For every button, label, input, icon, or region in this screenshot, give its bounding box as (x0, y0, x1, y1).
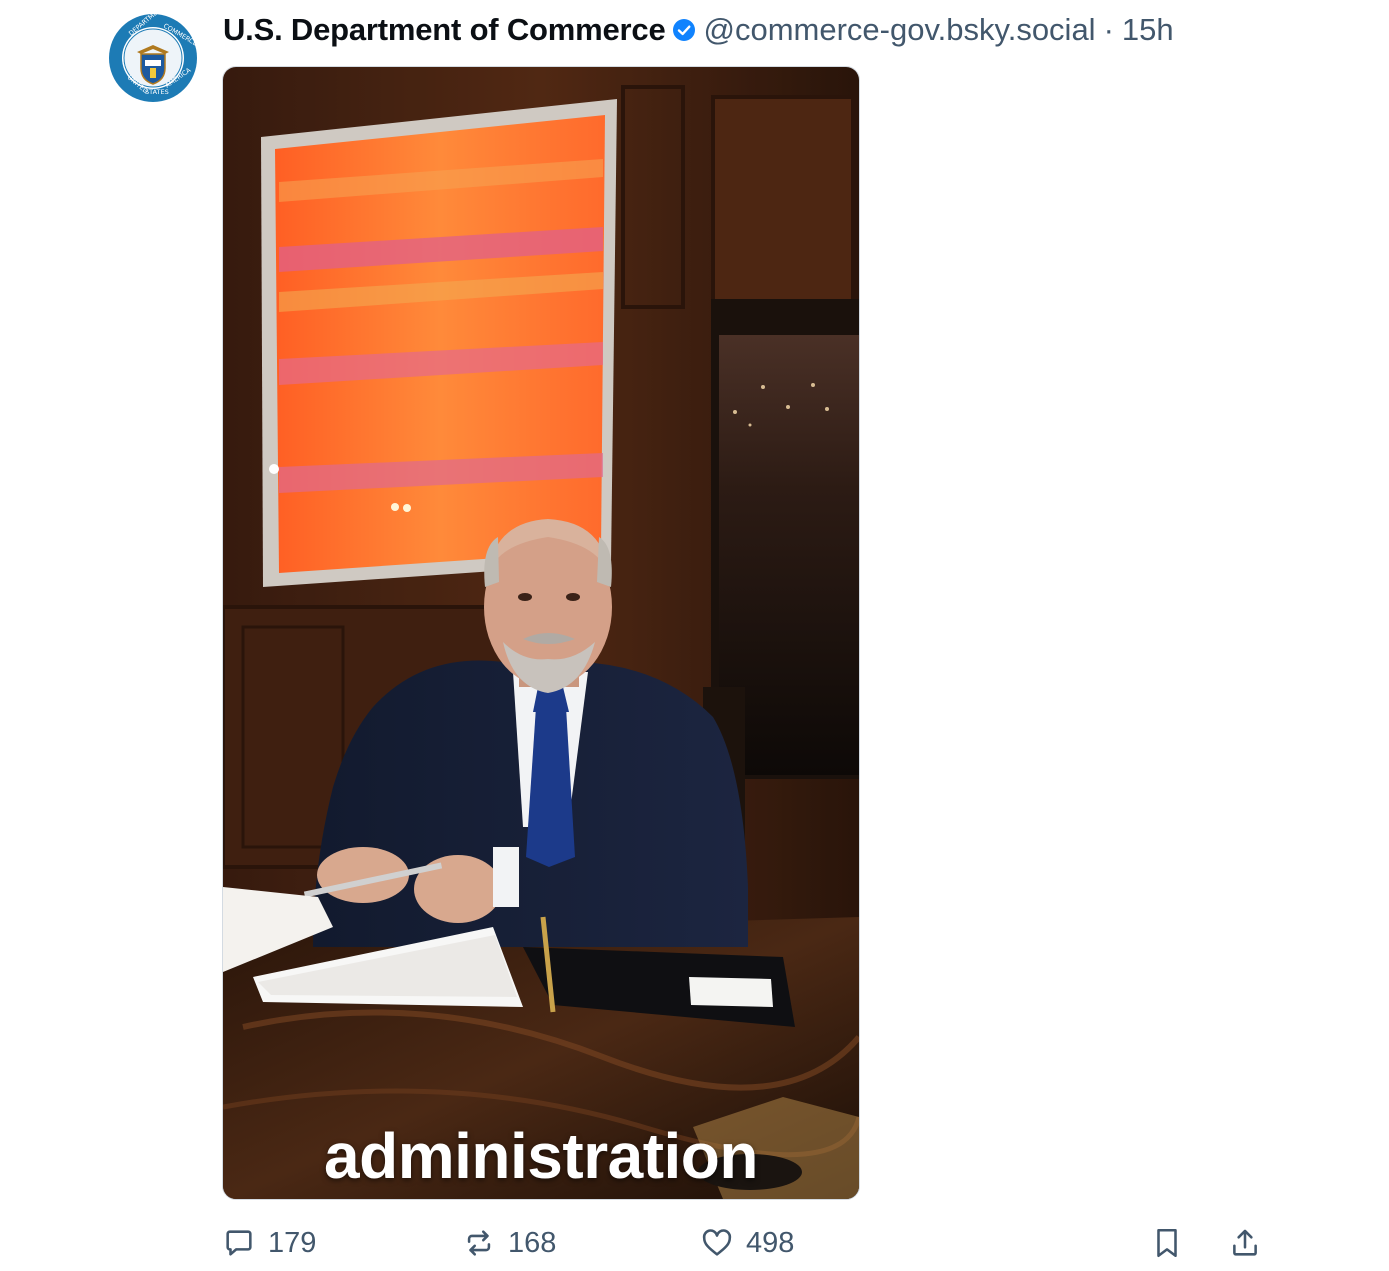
reply-button[interactable]: 179 (222, 1215, 316, 1271)
post-actions: 179 168 498 (0, 1215, 1389, 1271)
verified-badge-icon[interactable] (673, 19, 696, 41)
share-icon (1233, 1229, 1257, 1256)
like-button[interactable]: 498 (700, 1215, 794, 1271)
author-display-name[interactable]: U.S. Department of Commerce (223, 12, 666, 48)
department-of-commerce-seal-icon: DEPARTMENT COMMERCE UNITED STATES AMERIC… (107, 12, 199, 104)
post-timestamp[interactable]: 15h (1122, 12, 1174, 48)
bookmark-button[interactable] (1152, 1215, 1194, 1271)
post-header: U.S. Department of Commerce @commerce-go… (223, 8, 1174, 52)
heart-icon (702, 1229, 732, 1256)
reply-icon (226, 1230, 252, 1256)
share-button[interactable] (1228, 1215, 1274, 1271)
bookmark-icon (1157, 1228, 1177, 1258)
repost-button[interactable]: 168 (462, 1215, 556, 1271)
repost-icon (467, 1230, 491, 1256)
reply-count: 179 (268, 1226, 317, 1259)
separator-dot: · (1103, 12, 1114, 47)
video-caption: administration (324, 1120, 758, 1192)
author-avatar[interactable]: DEPARTMENT COMMERCE UNITED STATES AMERIC… (107, 12, 199, 104)
svg-text:STATES: STATES (145, 88, 169, 96)
video-frame (223, 67, 859, 1199)
post-video[interactable]: administration (222, 66, 860, 1200)
author-handle[interactable]: @commerce-gov.bsky.social (703, 12, 1095, 48)
repost-count: 168 (508, 1226, 557, 1259)
like-count: 498 (746, 1226, 795, 1259)
